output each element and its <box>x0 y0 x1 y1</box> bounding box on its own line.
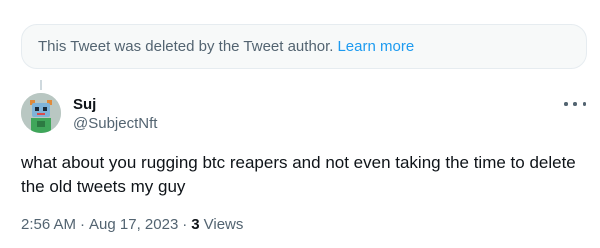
meta-separator: · <box>80 216 86 233</box>
author-handle[interactable]: @SubjectNft <box>73 114 157 134</box>
more-dot-icon <box>564 102 568 106</box>
thread-connector-line <box>40 80 42 90</box>
tweet-time[interactable]: 2:56 AM <box>21 216 76 233</box>
robot-avatar-icon <box>21 93 61 133</box>
tweet-meta: 2:56 AM · Aug 17, 2023 · 3 Views <box>21 216 243 233</box>
author-display-name[interactable]: Suj <box>73 96 157 114</box>
views-count: 3 <box>191 216 200 233</box>
deleted-tweet-notice: This Tweet was deleted by the Tweet auth… <box>21 24 587 69</box>
avatar[interactable] <box>21 93 61 133</box>
author-block[interactable]: Suj @SubjectNft <box>73 96 157 134</box>
learn-more-link[interactable]: Learn more <box>337 38 414 55</box>
views-label: Views <box>203 216 244 233</box>
tweet-date[interactable]: Aug 17, 2023 <box>89 216 178 233</box>
more-options-button[interactable] <box>564 96 586 112</box>
more-dot-icon <box>573 102 577 106</box>
meta-separator: · <box>182 216 188 233</box>
more-dot-icon <box>582 102 586 106</box>
tweet-container: This Tweet was deleted by the Tweet auth… <box>0 0 600 248</box>
deleted-notice-text: This Tweet was deleted by the Tweet auth… <box>38 38 334 55</box>
tweet-text: what about you rugging btc reapers and n… <box>21 153 576 196</box>
